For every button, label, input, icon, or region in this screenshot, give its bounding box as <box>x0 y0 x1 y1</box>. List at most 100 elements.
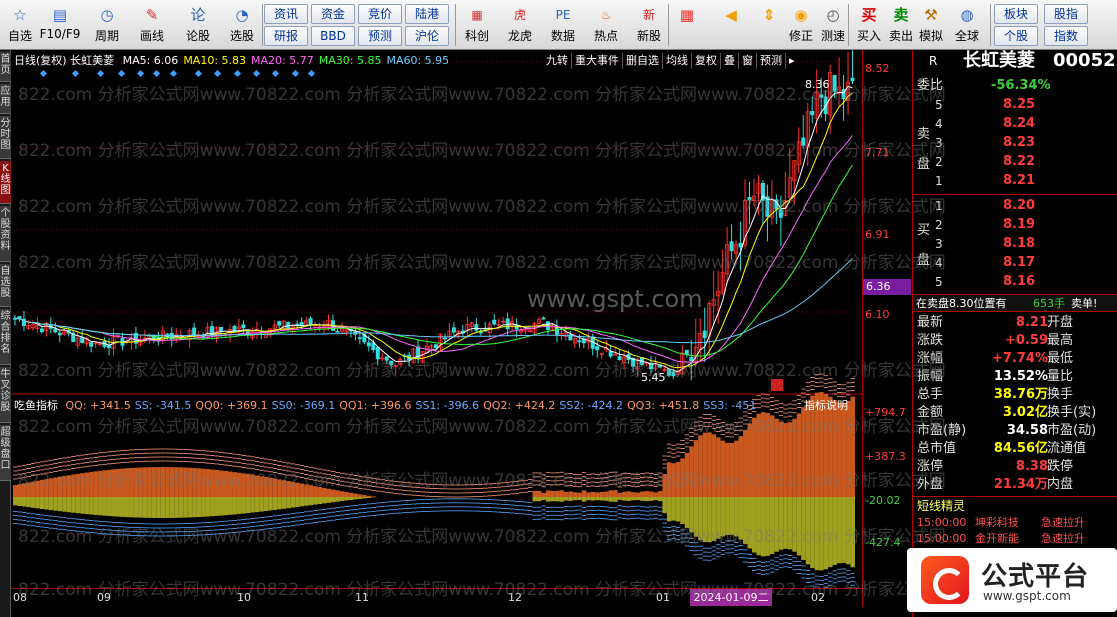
chart-control-button[interactable]: 均线 <box>663 53 692 69</box>
indicator-value: QQ2: +424.2 <box>483 399 556 412</box>
ind-bar-down <box>219 497 224 516</box>
candle-body <box>335 330 340 333</box>
toolbar-arrow-left-button[interactable]: ◀ <box>714 2 748 48</box>
ind-bar-down <box>760 497 766 557</box>
quick-button[interactable]: 研报 <box>264 26 308 46</box>
toolbar-f10-button[interactable]: ▤ F10/F9 <box>36 2 84 48</box>
left-tab[interactable]: 分时图 <box>0 116 11 159</box>
chart-control-button[interactable]: 叠 <box>721 53 739 69</box>
quick-button[interactable]: 资金 <box>311 4 355 24</box>
ind-bar-down <box>111 497 117 517</box>
short-line-item[interactable]: 15:00:00 金开新能 急速拉升 <box>913 531 1117 547</box>
ind-bar-down <box>98 497 103 516</box>
toolbar-new-stock-button[interactable]: 新新股 <box>628 2 670 48</box>
ind-bar-up <box>792 418 797 497</box>
toolbar-data-button[interactable]: PE 数据 <box>542 2 584 48</box>
ind-bar-down <box>769 497 775 555</box>
quick-button[interactable]: 竞价 <box>358 4 402 24</box>
indicator-tick: -427.4 <box>865 536 901 549</box>
candle-body <box>702 330 707 339</box>
toolbar-grid-color-button[interactable]: ▦ <box>670 2 704 48</box>
toolbar-arrow-up-down-button[interactable]: ⇕ <box>752 2 786 48</box>
chart-control-button[interactable]: 复权 <box>692 53 721 69</box>
weibi-label: 委比 <box>917 78 944 93</box>
short-line-item[interactable]: 15:00:00 坤彩科技 急速拉升 <box>913 515 1117 531</box>
quick-button[interactable]: 沪伦 <box>405 26 449 46</box>
ind-bar-down <box>89 497 94 515</box>
left-tab[interactable]: 自选股 <box>0 264 11 307</box>
left-tab[interactable]: 个股资料 <box>0 206 11 262</box>
toolbar-separator <box>668 4 669 46</box>
quick-button[interactable]: 预测 <box>358 26 402 46</box>
ind-bar-up <box>702 432 708 497</box>
left-tab-bar: 首页 应用分时图 K线图个股资料自选股综合排名牛叉诊股超级盘口 <box>0 50 11 617</box>
candle-body <box>577 340 582 343</box>
kline-chart[interactable]: 8.36 5.45 <box>11 50 862 607</box>
period-label: 日线(复权) <box>14 54 67 67</box>
candle-body <box>384 356 389 361</box>
ma-label: MA60: 5.95 <box>386 54 450 67</box>
chart-control-button[interactable]: 预测 <box>757 53 786 69</box>
ind-bar-up <box>657 491 663 497</box>
toolbar-clock-cycle-button[interactable]: ◷ 周期 <box>86 2 128 48</box>
candle-body <box>371 342 376 351</box>
quick-button[interactable]: 陆港 <box>405 4 449 24</box>
quick-button[interactable]: 资讯 <box>264 4 308 24</box>
chart-control-button[interactable]: 九转 <box>543 53 572 69</box>
candle-body <box>474 324 479 331</box>
indicator-name[interactable]: 吃鱼指标 <box>14 399 58 412</box>
market-button[interactable]: 股指 <box>1044 4 1088 24</box>
toolbar-speed-button[interactable]: ◴ 测速 <box>816 2 850 48</box>
market-button[interactable]: 指数 <box>1044 26 1088 46</box>
toolbar-tech-button[interactable]: ▦ 科创 <box>456 2 498 48</box>
toolbar-buy-button[interactable]: 买买入 <box>852 2 886 48</box>
toolbar-pencil-button[interactable]: ✎ 画线 <box>130 2 174 48</box>
short-line-header[interactable]: 短线精灵 <box>913 496 1117 514</box>
chart-control-button[interactable]: 删自选 <box>623 53 663 69</box>
toolbar-dragon-tiger-button[interactable]: 虎龙虎 <box>499 2 541 48</box>
ind-bar-up <box>187 467 193 497</box>
candle-body <box>819 94 824 98</box>
chart-control-button[interactable]: 重大事件 <box>572 53 623 69</box>
play-icon[interactable]: ▸ <box>786 53 798 69</box>
ind-bar-down <box>214 497 220 516</box>
ind-bar-down <box>537 497 542 502</box>
toolbar-star-button[interactable]: ☆ 自选 <box>2 2 38 48</box>
ind-bar-down <box>48 497 54 511</box>
indicator-value: QQ: +341.5 <box>65 399 131 412</box>
market-button[interactable]: 板块 <box>994 4 1038 24</box>
toolbar-discuss-button[interactable]: 论论股 <box>176 2 220 48</box>
ind-bar-down <box>71 497 76 513</box>
left-tab[interactable]: 首页 <box>0 52 11 82</box>
toolbar-fix-button[interactable]: ◉ 修正 <box>784 2 818 48</box>
ind-bar-down <box>720 497 726 537</box>
chart-control-button[interactable]: 窗 <box>739 53 757 69</box>
sell-level-row: 4 8.24 <box>913 115 1117 133</box>
ind-bar-up <box>201 468 206 497</box>
ma-label: MA5: 6.06 <box>122 54 179 67</box>
ind-bar-down <box>640 497 645 501</box>
select-stock-icon: ◔ <box>235 6 249 24</box>
low-price-label: 5.45 <box>641 371 666 384</box>
stat-label: 外盘 <box>917 477 944 492</box>
ind-bar-up <box>613 490 618 497</box>
toolbar-hammer-button[interactable]: ⚒ 模拟 <box>914 2 948 48</box>
toolbar-select-stock-button[interactable]: ◔ 选股 <box>220 2 264 48</box>
ind-bar-down <box>680 497 685 525</box>
left-tab[interactable]: 牛叉诊股 <box>0 367 11 423</box>
ind-bar-up <box>232 472 237 497</box>
ind-bar-up <box>129 467 134 497</box>
market-button[interactable]: 个股 <box>994 26 1038 46</box>
toolbar-hot-button[interactable]: ♨ 热点 <box>585 2 627 48</box>
left-tab[interactable]: 应用 <box>0 84 11 114</box>
ind-bar-up <box>295 482 300 497</box>
quick-button[interactable]: BBD <box>311 26 355 46</box>
toolbar-sell-button[interactable]: 卖卖出 <box>884 2 918 48</box>
left-tab[interactable]: K线图 <box>0 161 11 204</box>
toolbar-globe-button[interactable]: ◍ 全球 <box>950 2 984 48</box>
discuss-icon: 论 <box>190 6 206 24</box>
stat-value: 13.52% <box>993 369 1048 384</box>
left-tab[interactable]: 综合排名 <box>0 309 11 365</box>
indicator-help-link[interactable]: 指标说明 <box>804 398 848 414</box>
left-tab[interactable]: 超级盘口 <box>0 425 11 481</box>
